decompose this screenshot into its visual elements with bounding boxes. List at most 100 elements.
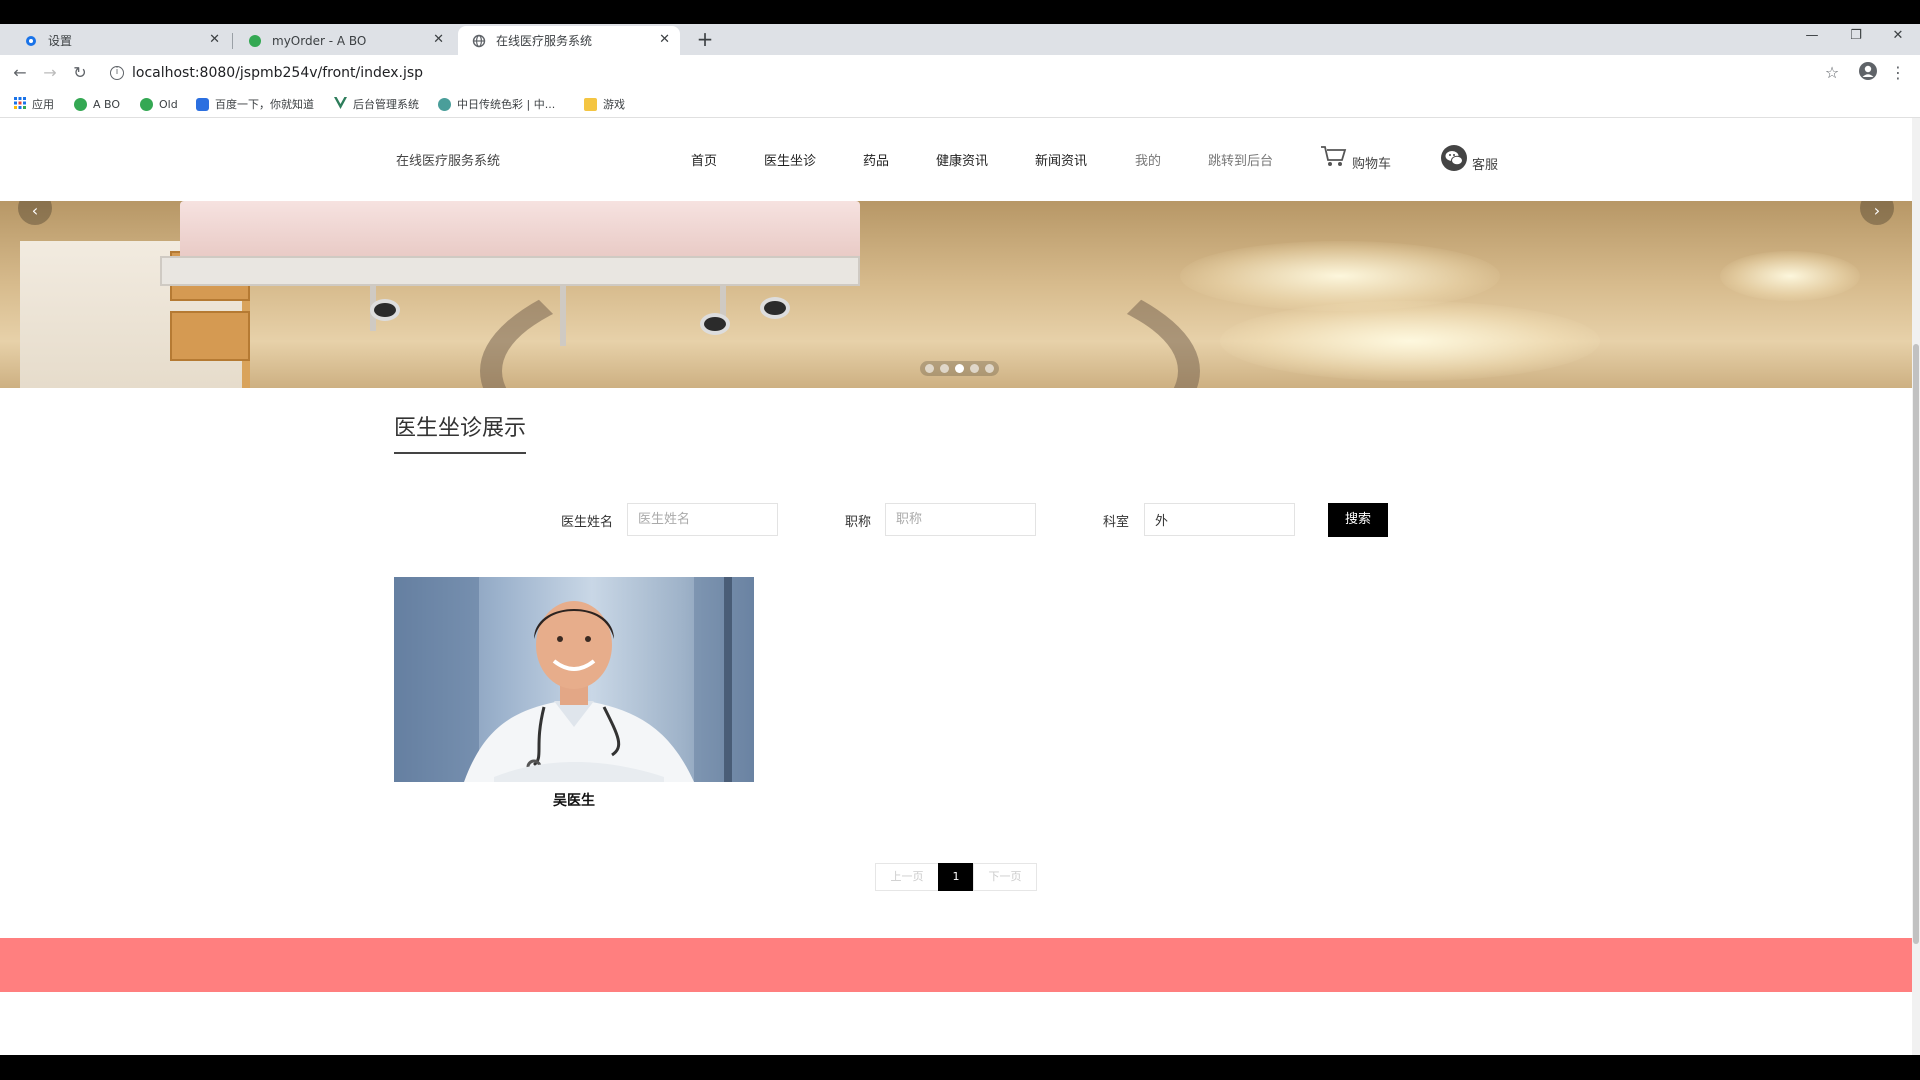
back-icon[interactable]: ← (8, 61, 32, 85)
banner-mattress (180, 201, 860, 261)
browser-tab-settings[interactable]: 设置 ✕ (10, 26, 230, 55)
app-icon (248, 34, 262, 48)
doctor-card[interactable]: 吴医生 (394, 577, 754, 827)
carousel-next-icon[interactable]: › (1860, 201, 1894, 225)
app-icon (140, 97, 153, 111)
pagination-next[interactable]: 下一页 (973, 863, 1037, 891)
doctor-photo[interactable] (394, 577, 754, 782)
globe-icon (472, 34, 486, 48)
carousel-dots (920, 361, 999, 376)
title-input[interactable] (885, 503, 1036, 536)
department-label: 科室 (1103, 515, 1130, 530)
pagination-current-page[interactable]: 1 (938, 863, 974, 891)
pagination-prev[interactable]: 上一页 (875, 863, 939, 891)
tab-title: 设置 (48, 34, 73, 48)
bookmark-label: 游戏 (603, 98, 625, 111)
screen-bottom-border (0, 1055, 1920, 1080)
bookmark-admin[interactable]: 后台管理系统 (334, 96, 419, 112)
app-icon (74, 97, 87, 111)
nav-mine[interactable]: 我的 (1135, 150, 1161, 169)
close-icon[interactable]: ✕ (209, 32, 220, 47)
browser-tab-myorder[interactable]: myOrder - A BO ✕ (234, 26, 454, 55)
carousel-dot[interactable] (970, 364, 979, 373)
doctor-name-input[interactable] (627, 503, 778, 536)
bookmark-old[interactable]: Old (140, 96, 178, 112)
carousel-dot-active[interactable] (955, 364, 964, 373)
doctor-illustration (394, 577, 754, 782)
nav-home[interactable]: 首页 (691, 150, 717, 169)
nav-news[interactable]: 新闻资讯 (1035, 150, 1087, 169)
browser-tabstrip: 设置 ✕ myOrder - A BO ✕ 在线医疗服务系统 ✕ + — ❐ ✕ (0, 24, 1920, 55)
customer-service-link[interactable]: 客服 (1440, 144, 1498, 176)
banner-light (1180, 241, 1500, 311)
banner-wheel (700, 313, 730, 335)
title-label: 职称 (845, 515, 872, 530)
tab-separator (232, 33, 233, 49)
site-header: 在线医疗服务系统 首页 医生坐诊 药品 健康资讯 新闻资讯 我的 跳转到后台 购… (0, 118, 1912, 201)
bookmark-games[interactable]: 游戏 (584, 96, 625, 112)
department-input[interactable] (1144, 503, 1295, 536)
doctor-name[interactable]: 吴医生 (394, 790, 754, 810)
minimize-icon[interactable]: — (1792, 24, 1832, 48)
bookmarks-bar: 应用 A BO Old 百度一下，你就知道 后台管理系统 中日传统色彩 | 中.… (0, 90, 1920, 118)
folder-icon (584, 97, 597, 111)
close-icon[interactable]: ✕ (659, 32, 670, 47)
section-title: 医生坐诊展示 (394, 410, 527, 454)
footer-band (0, 938, 1912, 992)
address-bar[interactable]: i localhost:8080/jspmb254v/front/index.j… (110, 62, 1830, 84)
bookmark-star-icon[interactable]: ☆ (1820, 61, 1844, 85)
cart-label: 购物车 (1352, 156, 1392, 172)
profile-icon[interactable] (1856, 61, 1880, 85)
url-text: localhost:8080/jspmb254v/front/index.jsp (132, 65, 424, 81)
nav-doctors[interactable]: 医生坐诊 (764, 150, 816, 169)
page-scrollbar[interactable] (1912, 118, 1920, 1055)
hero-banner-carousel[interactable]: ‹ › (0, 201, 1912, 388)
restore-icon[interactable]: ❐ (1836, 24, 1876, 48)
screen: 设置 ✕ myOrder - A BO ✕ 在线医疗服务系统 ✕ + — ❐ ✕… (0, 0, 1920, 1080)
cart-icon (1320, 144, 1348, 172)
bookmark-label: Old (159, 97, 178, 111)
bookmark-label: 后台管理系统 (353, 98, 419, 111)
banner-bed-leg (560, 286, 566, 346)
carousel-dot[interactable] (925, 364, 934, 373)
banner-light (1220, 301, 1600, 381)
apps-grid-icon (14, 96, 26, 112)
carousel-dot[interactable] (940, 364, 949, 373)
doctor-name-label: 医生姓名 (561, 515, 614, 530)
tab-title: myOrder - A BO (272, 33, 367, 48)
scrollbar-thumb[interactable] (1913, 344, 1919, 944)
bookmark-label: A BO (93, 97, 121, 111)
carousel-dot[interactable] (985, 364, 994, 373)
bookmark-label: 应用 (32, 98, 54, 111)
bookmark-abo[interactable]: A BO (74, 96, 120, 112)
bookmark-colors[interactable]: 中日传统色彩 | 中... (438, 96, 555, 112)
wechat-icon (1440, 144, 1468, 176)
gear-icon (438, 97, 451, 111)
banner-wheel (760, 297, 790, 319)
banner-bed-frame (160, 256, 860, 286)
web-page: 在线医疗服务系统 首页 医生坐诊 药品 健康资讯 新闻资讯 我的 跳转到后台 购… (0, 118, 1912, 1055)
gear-icon (24, 34, 38, 48)
banner-bed (120, 201, 860, 351)
cart-link[interactable]: 购物车 (1320, 144, 1391, 172)
forward-icon[interactable]: → (38, 61, 62, 85)
carousel-prev-icon[interactable]: ‹ (18, 201, 52, 225)
reload-icon[interactable]: ↻ (68, 61, 92, 85)
window-close-icon[interactable]: ✕ (1878, 24, 1918, 48)
nav-health-info[interactable]: 健康资讯 (936, 150, 988, 169)
browser-toolbar: ← → ↻ i localhost:8080/jspmb254v/front/i… (0, 55, 1920, 90)
banner-light (1720, 251, 1860, 301)
menu-icon[interactable]: ⋮ (1886, 61, 1910, 85)
info-icon[interactable]: i (110, 66, 124, 80)
baidu-icon (196, 97, 209, 111)
bookmark-label: 中日传统色彩 | 中... (457, 98, 556, 111)
browser-tab-medical[interactable]: 在线医疗服务系统 ✕ (458, 26, 680, 55)
nav-admin[interactable]: 跳转到后台 (1208, 150, 1273, 169)
bookmark-label: 百度一下，你就知道 (215, 98, 314, 111)
nav-medicine[interactable]: 药品 (863, 150, 889, 169)
close-icon[interactable]: ✕ (433, 32, 444, 47)
bookmark-baidu[interactable]: 百度一下，你就知道 (196, 96, 314, 112)
bookmark-apps[interactable]: 应用 (14, 96, 54, 112)
search-button[interactable]: 搜索 (1328, 503, 1388, 537)
new-tab-button[interactable]: + (692, 26, 718, 52)
